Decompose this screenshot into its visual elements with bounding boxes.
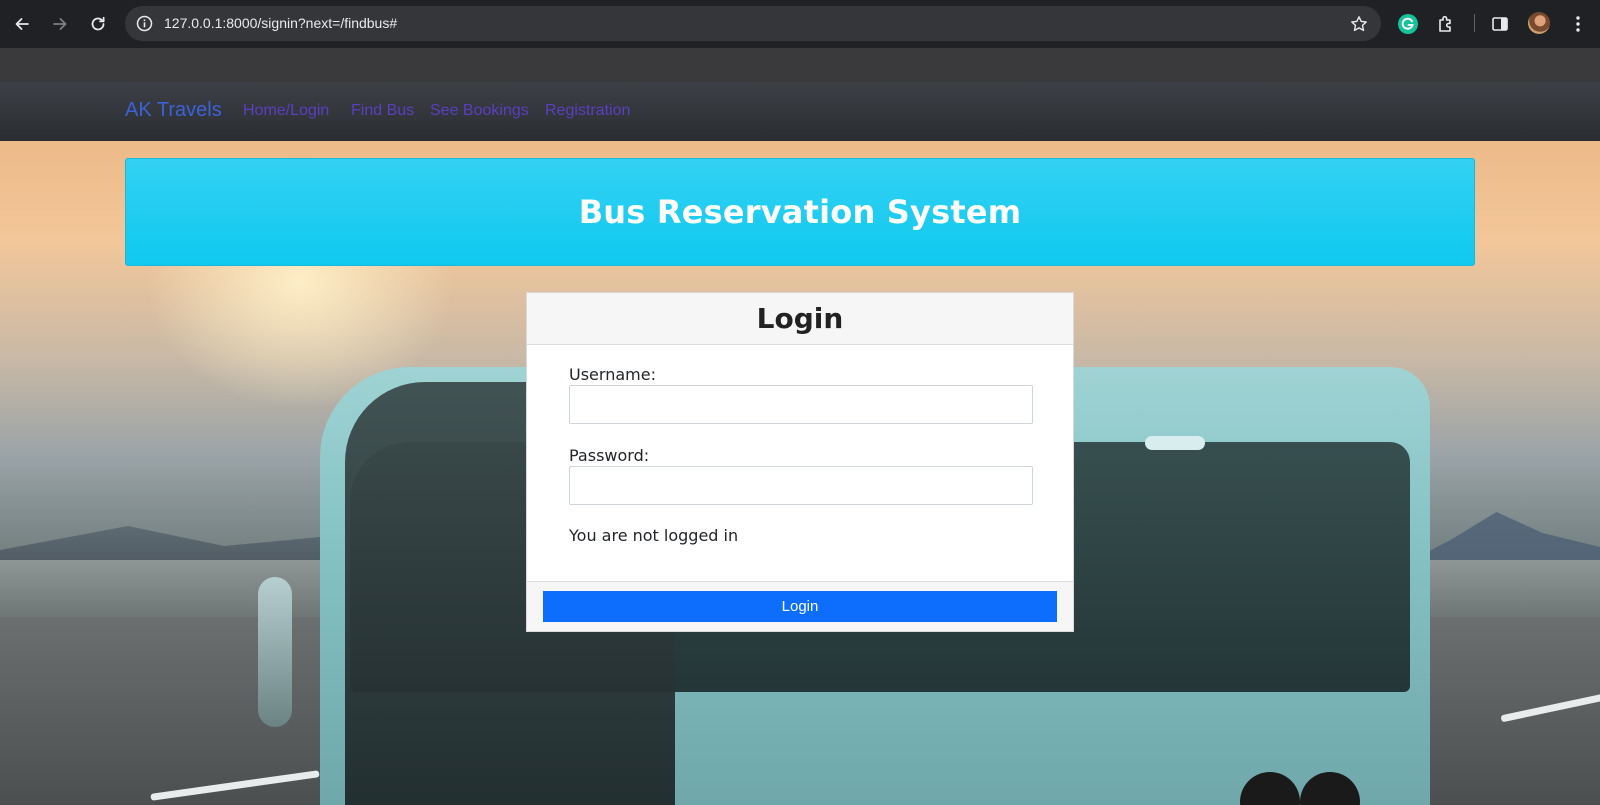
login-card-footer: Login	[527, 581, 1073, 631]
info-icon[interactable]	[135, 14, 154, 33]
login-title: Login	[756, 302, 844, 335]
brand-link[interactable]: AK Travels	[125, 99, 222, 122]
grammarly-icon[interactable]	[1396, 12, 1420, 36]
forward-button[interactable]	[48, 12, 72, 36]
login-button[interactable]: Login	[543, 591, 1057, 622]
bus-mirror	[258, 577, 292, 727]
password-input[interactable]	[569, 466, 1033, 505]
reload-button[interactable]	[86, 12, 110, 36]
page-banner: Bus Reservation System	[125, 158, 1475, 266]
nav-link-home-login[interactable]: Home/Login	[243, 102, 329, 120]
nav-link-find-bus[interactable]: Find Bus	[351, 102, 414, 120]
nav-link-see-bookings[interactable]: See Bookings	[430, 102, 529, 120]
url-text[interactable]: 127.0.0.1:8000/signin?next=/findbus#	[164, 15, 397, 31]
site-navbar: AK Travels Home/Login Find Bus See Booki…	[0, 82, 1600, 141]
nav-link-registration[interactable]: Registration	[545, 102, 630, 120]
arrow-left-icon	[15, 18, 29, 30]
page-title: Bus Reservation System	[578, 193, 1022, 231]
username-input[interactable]	[569, 385, 1033, 424]
profile-avatar[interactable]	[1528, 12, 1550, 34]
side-panel-icon[interactable]	[1488, 12, 1512, 36]
username-label: Username:	[569, 365, 656, 384]
kebab-menu-icon[interactable]	[1566, 12, 1590, 36]
bookmarks-bar	[0, 48, 1600, 82]
login-card-header: Login	[527, 293, 1073, 345]
arrow-right-icon	[53, 18, 67, 30]
reload-icon	[91, 16, 105, 31]
login-card: Login Username: Password: You are not lo…	[526, 292, 1074, 632]
browser-toolbar: 127.0.0.1:8000/signin?next=/findbus#	[0, 0, 1600, 48]
bus-roof-light	[1145, 436, 1205, 450]
puzzle-icon[interactable]	[1434, 12, 1458, 36]
toolbar-divider	[1474, 14, 1475, 32]
star-icon[interactable]	[1349, 14, 1368, 33]
page-viewport: AK Travels Home/Login Find Bus See Booki…	[0, 82, 1600, 805]
login-status-text: You are not logged in	[569, 526, 739, 545]
back-button[interactable]	[10, 12, 34, 36]
address-bar[interactable]: 127.0.0.1:8000/signin?next=/findbus#	[125, 6, 1381, 41]
password-label: Password:	[569, 446, 650, 465]
